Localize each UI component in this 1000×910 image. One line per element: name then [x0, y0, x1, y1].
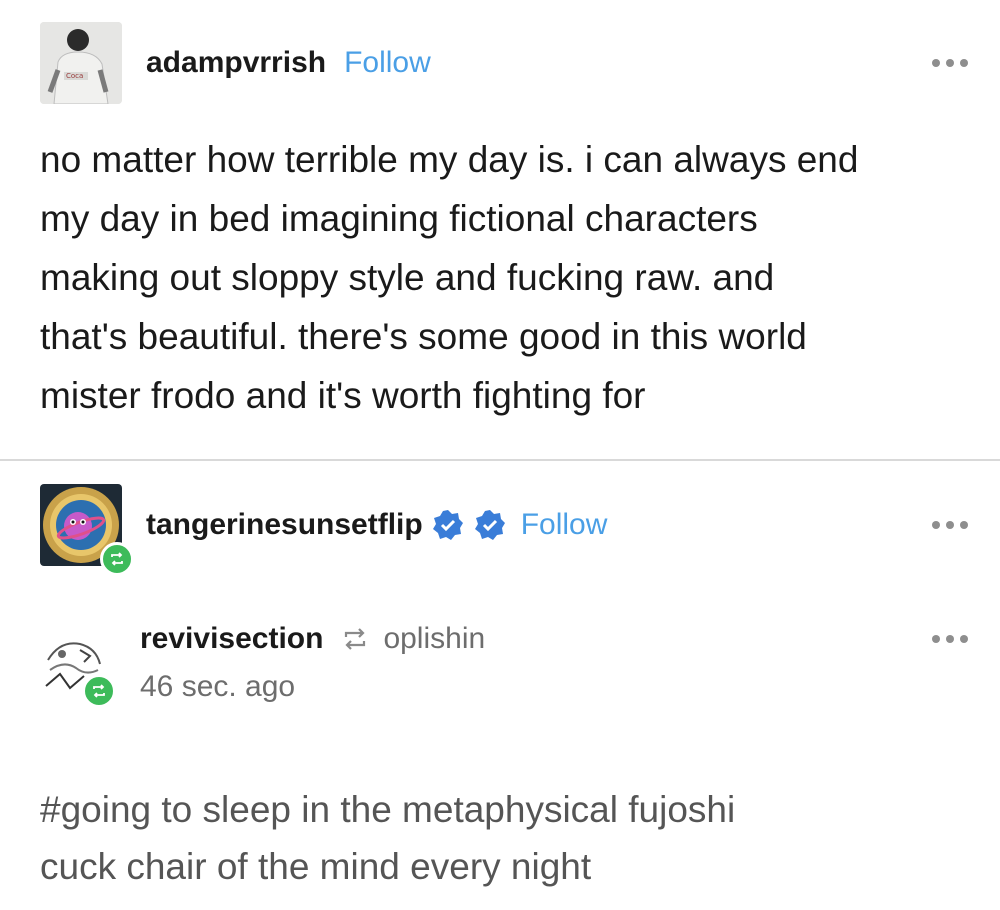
source-username[interactable]: oplishin — [383, 622, 485, 656]
post-body-line: my day in bed imagining fictional charac… — [40, 198, 758, 239]
username[interactable]: adampvrrish — [146, 46, 326, 80]
divider — [0, 459, 1000, 461]
more-options-icon[interactable] — [932, 521, 968, 529]
reblog-icon — [100, 542, 134, 576]
verified-badge-icon — [431, 508, 465, 542]
post-body-line: mister frodo and it's worth fighting for — [40, 375, 646, 416]
tags: #going to sleep in the metaphysical fujo… — [40, 781, 735, 895]
tag-line[interactable]: #going to sleep in the metaphysical fujo… — [40, 781, 735, 838]
post-body: no matter how terrible my day is. i can … — [40, 130, 858, 425]
follow-button[interactable]: Follow — [521, 508, 608, 542]
avatar[interactable] — [40, 484, 134, 576]
follow-button[interactable]: Follow — [344, 46, 431, 80]
username[interactable]: revivisection — [140, 622, 323, 656]
timestamp[interactable]: 46 sec. ago — [140, 670, 295, 704]
svg-text:Coca: Coca — [66, 72, 83, 80]
user-photo-icon: Coca — [40, 22, 122, 104]
avatar[interactable] — [40, 624, 122, 708]
reblog-icon — [82, 674, 116, 708]
verified-badge-icon — [473, 508, 507, 542]
post-header: Coca adampvrrish Follow — [40, 22, 431, 104]
post-body-line: making out sloppy style and fucking raw.… — [40, 257, 775, 298]
avatar[interactable]: Coca — [40, 22, 122, 104]
tag-line[interactable]: cuck chair of the mind every night — [40, 838, 735, 895]
post-body-line: no matter how terrible my day is. i can … — [40, 139, 859, 180]
username[interactable]: tangerinesunsetflip — [146, 508, 423, 542]
reblog-header: tangerinesunsetflip Follow — [40, 484, 608, 576]
reblog-trail: revivisection oplishin — [140, 618, 485, 660]
post-body-line: that's beautiful. there's some good in t… — [40, 316, 807, 357]
more-options-icon[interactable] — [932, 635, 968, 643]
more-options-icon[interactable] — [932, 59, 968, 67]
reblog-icon — [341, 627, 369, 651]
